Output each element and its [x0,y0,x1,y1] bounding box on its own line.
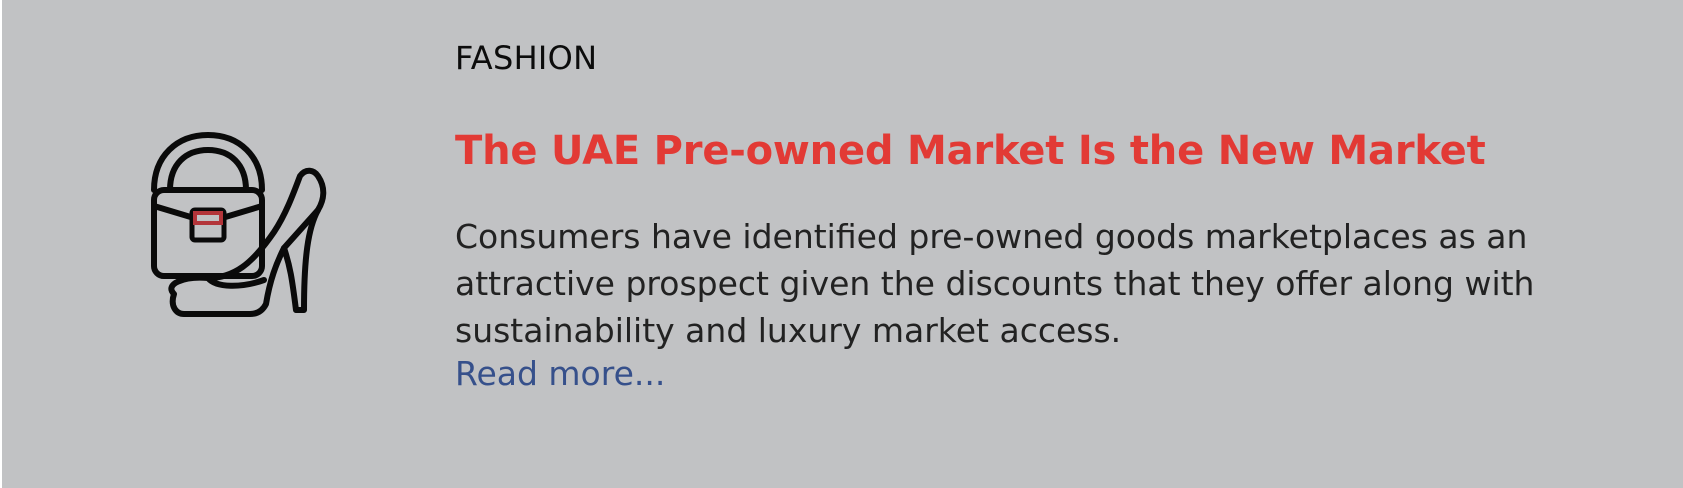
article-card: FASHION The UAE Pre-owned Market Is the … [2,0,1683,488]
read-more-link[interactable]: Read more... [455,352,665,396]
article-summary: Consumers have identified pre-owned good… [455,217,1535,350]
category-label: FASHION [455,39,598,77]
handbag-and-heel-icon [144,128,344,328]
article-title[interactable]: The UAE Pre-owned Market Is the New Mark… [455,126,1486,176]
